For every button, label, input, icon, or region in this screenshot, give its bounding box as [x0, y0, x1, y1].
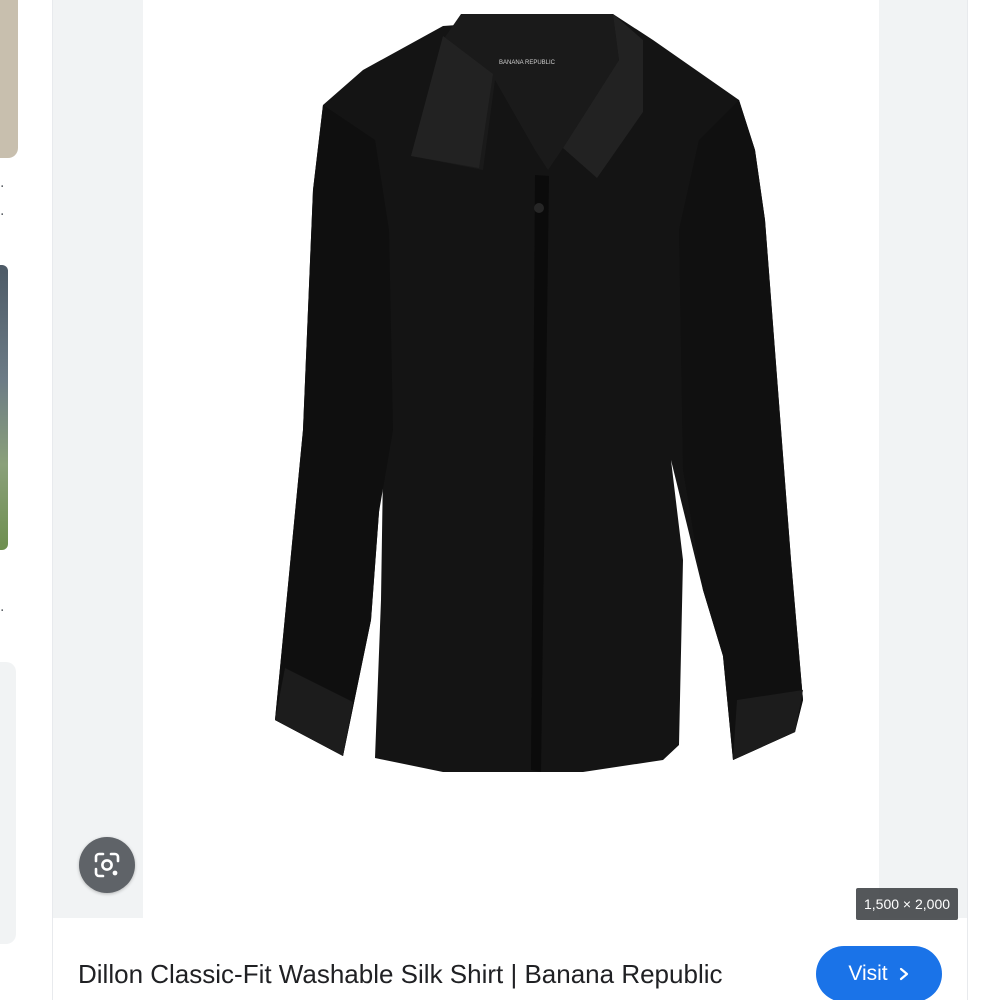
- image-search-results: . . . BANANA REPUBLIC 1,500 × 2,000 Dill…: [0, 0, 1000, 1000]
- right-cuff: [733, 690, 803, 760]
- google-lens-icon: [94, 852, 120, 878]
- right-gutter: [968, 0, 1000, 1000]
- preview-image-area: BANANA REPUBLIC 1,500 × 2,000: [53, 0, 967, 920]
- neighbor-thumbnail[interactable]: [0, 265, 8, 550]
- visit-button[interactable]: Visit: [816, 946, 942, 1000]
- neighbor-thumbnail[interactable]: [0, 662, 16, 944]
- result-title[interactable]: Dillon Classic-Fit Washable Silk Shirt |…: [78, 956, 723, 992]
- neighbor-thumbnail[interactable]: [0, 0, 18, 158]
- shirt-brand-label: BANANA REPUBLIC: [499, 60, 556, 66]
- neighbor-caption-ellipsis: .: [0, 174, 6, 191]
- neighbor-caption-ellipsis: .: [0, 202, 6, 219]
- left-sleeve: [275, 105, 393, 756]
- product-image[interactable]: BANANA REPUBLIC: [143, 0, 879, 918]
- image-dimensions-badge: 1,500 × 2,000: [856, 888, 959, 920]
- shirt-button: [534, 203, 544, 213]
- chevron-right-icon: [899, 967, 908, 981]
- neighbor-results-strip: . . .: [0, 0, 28, 1000]
- black-silk-shirt-image: BANANA REPUBLIC: [275, 14, 803, 772]
- visit-button-label: Visit: [848, 962, 888, 985]
- image-preview-panel: BANANA REPUBLIC 1,500 × 2,000 Dillon Cla…: [52, 0, 968, 1000]
- neighbor-caption-ellipsis: .: [0, 598, 6, 615]
- right-sleeve: [679, 100, 803, 760]
- google-lens-button[interactable]: [79, 837, 135, 893]
